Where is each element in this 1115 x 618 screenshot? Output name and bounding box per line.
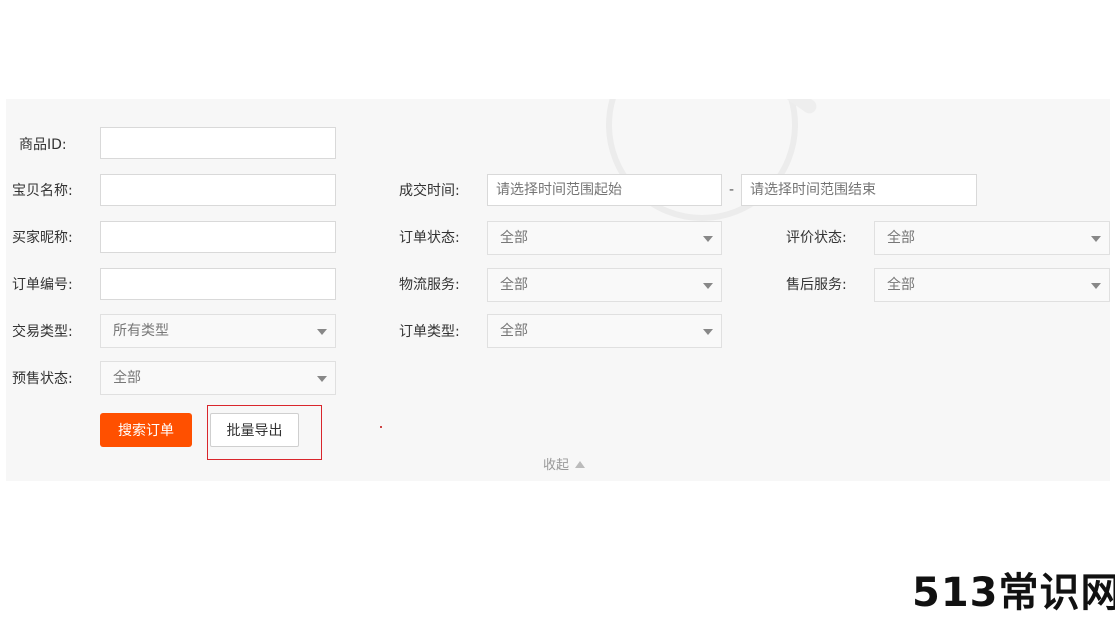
chevron-down-icon (703, 283, 713, 289)
deal-time-label: 成交时间: (399, 183, 460, 199)
order-type-value: 全部 (500, 323, 528, 339)
buyer-nick-label: 买家昵称: (12, 230, 73, 246)
order-status-select[interactable]: 全部 (487, 221, 722, 255)
presale-status-select[interactable]: 全部 (100, 361, 336, 395)
collapse-toggle[interactable]: 收起 (543, 454, 586, 473)
buyer-nick-input[interactable] (100, 221, 336, 253)
stray-dot (380, 426, 382, 428)
presale-status-value: 全部 (113, 370, 141, 386)
trade-type-select[interactable]: 所有类型 (100, 314, 336, 348)
item-name-input[interactable] (100, 174, 336, 206)
chevron-up-icon (575, 461, 586, 468)
chevron-down-icon (703, 236, 713, 242)
review-status-select[interactable]: 全部 (874, 221, 1110, 255)
trade-type-value: 所有类型 (113, 323, 169, 339)
order-status-label: 订单状态: (399, 230, 460, 246)
logistics-select[interactable]: 全部 (487, 268, 722, 302)
review-status-value: 全部 (887, 230, 915, 246)
collapse-label: 收起 (543, 458, 570, 473)
chevron-down-icon (703, 329, 713, 335)
chevron-down-icon (317, 329, 327, 335)
item-name-label: 宝贝名称: (12, 183, 73, 199)
chevron-down-icon (1091, 283, 1101, 289)
order-no-label: 订单编号: (12, 277, 73, 293)
trade-type-label: 交易类型: (12, 324, 73, 340)
logistics-label: 物流服务: (399, 277, 460, 293)
review-status-label: 评价状态: (786, 230, 847, 246)
product-id-input[interactable] (100, 127, 336, 159)
after-sale-value: 全部 (887, 277, 915, 293)
logistics-value: 全部 (500, 277, 528, 293)
date-range-separator: - (729, 182, 735, 198)
chevron-down-icon (1091, 236, 1101, 242)
order-type-select[interactable]: 全部 (487, 314, 722, 348)
order-type-label: 订单类型: (399, 324, 460, 340)
presale-status-label: 预售状态: (12, 371, 73, 387)
deal-time-end-input[interactable] (741, 174, 977, 206)
order-status-value: 全部 (500, 230, 528, 246)
after-sale-label: 售后服务: (786, 277, 847, 293)
site-watermark: 513常识网 (912, 570, 1115, 616)
batch-export-button[interactable]: 批量导出 (210, 413, 299, 447)
product-id-label: 商品ID: (19, 137, 67, 153)
deal-time-start-input[interactable] (487, 174, 722, 206)
search-orders-button[interactable]: 搜索订单 (100, 413, 192, 447)
chevron-down-icon (317, 376, 327, 382)
after-sale-select[interactable]: 全部 (874, 268, 1110, 302)
order-no-input[interactable] (100, 268, 336, 300)
